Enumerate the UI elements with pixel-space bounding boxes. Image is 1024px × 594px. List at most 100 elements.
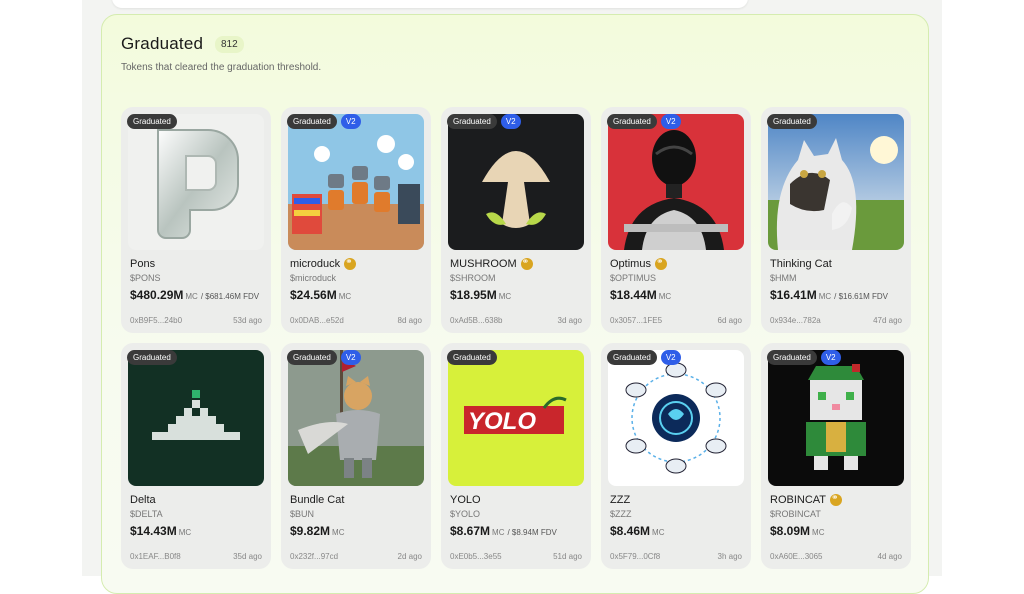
token-address: 0x5F79...0Cf8	[610, 552, 661, 561]
token-age: 2d ago	[397, 552, 422, 561]
token-name: Delta	[130, 494, 156, 506]
token-image	[608, 350, 744, 486]
token-card-delta[interactable]: Graduated Delta $DELTA $14.43M MC 0x1EAF.…	[121, 343, 271, 569]
token-image	[608, 114, 744, 250]
token-ticker: $OPTIMUS	[610, 273, 657, 283]
token-address: 0x1EAF...B0f8	[130, 552, 181, 561]
token-name: MUSHROOM	[450, 256, 533, 270]
token-address: 0xA60E...3065	[770, 552, 823, 561]
token-address: 0xB9F5...24b0	[130, 316, 183, 325]
token-address: 0x0DAB...e52d	[290, 316, 344, 325]
token-ticker: $BUN	[290, 509, 315, 519]
v2-badge: V2	[500, 114, 521, 129]
badge-row: Graduated V2	[287, 114, 361, 129]
section-subtitle: Tokens that cleared the graduation thres…	[121, 62, 322, 73]
token-age: 8d ago	[397, 316, 422, 325]
token-card-optimus[interactable]: Graduated V2 Optimus $OPTIMUS $18.44MMC …	[601, 107, 751, 333]
token-age: 47d ago	[873, 316, 902, 325]
badge-row: Graduated V2	[287, 350, 361, 365]
market-cap: $8.46M MC	[610, 524, 665, 538]
mc-unit: MC	[812, 528, 825, 537]
mc-unit: MC	[492, 528, 505, 537]
token-card-bun[interactable]: Graduated V2 Bundle Cat $BUN $9.82M MC 0x…	[281, 343, 431, 569]
badge-row: Graduated V2	[447, 114, 521, 129]
graduated-badge: Graduated	[287, 114, 337, 129]
token-ticker: $SHROOM	[450, 273, 496, 283]
verified-icon	[654, 256, 667, 270]
token-ticker: $HMM	[770, 273, 797, 283]
market-cap: $8.67M MC / $8.94M FDV	[450, 524, 557, 538]
market-cap: $16.41M MC / $16.61M FDV	[770, 288, 888, 302]
graduated-badge: Graduated	[607, 114, 657, 129]
badge-row: Graduated V2	[607, 114, 681, 129]
market-cap: $24.56M MC	[290, 288, 352, 302]
mc-unit: MC	[338, 292, 352, 301]
badge-row: Graduated	[127, 114, 177, 129]
token-name: ZZZ	[610, 494, 631, 506]
graduated-badge: Graduated	[607, 350, 657, 365]
graduated-count-badge: 812	[215, 36, 244, 53]
token-ticker: $DELTA	[130, 509, 163, 519]
mc-unit: MC	[818, 292, 832, 301]
badge-row: Graduated	[127, 350, 177, 365]
token-card-zzz[interactable]: Graduated V2 ZZZ $ZZZ $8.46M MC 0x5F79...…	[601, 343, 751, 569]
token-image	[448, 114, 584, 250]
graduated-section: Graduated 812 Tokens that cleared the gr…	[101, 14, 929, 594]
token-card-pons[interactable]: Graduated Pons $PONS $480.29M MC / $681.46…	[121, 107, 271, 333]
token-card-microduck[interactable]: Graduated V2 microduck $microduck $24.56…	[281, 107, 431, 333]
token-card-shroom[interactable]: Graduated V2 MUSHROOM $SHROOM $18.95MMC …	[441, 107, 591, 333]
token-ticker: $microduck	[290, 273, 337, 283]
token-image	[128, 114, 264, 250]
token-image	[128, 350, 264, 486]
mc-unit: MC	[178, 528, 192, 537]
token-name: YOLO	[450, 494, 481, 506]
token-image: YOLO	[448, 350, 584, 486]
mc-unit: MC	[185, 292, 198, 301]
v2-badge: V2	[660, 350, 681, 365]
token-age: 4d ago	[877, 552, 902, 561]
market-cap: $8.09M MC	[770, 524, 825, 538]
graduated-badge: Graduated	[127, 114, 177, 129]
mc-unit: MC	[332, 528, 345, 537]
token-age: 3h ago	[717, 552, 742, 561]
market-cap: $14.43M MC	[130, 524, 192, 538]
graduated-badge: Graduated	[287, 350, 337, 365]
token-age: 51d ago	[553, 552, 582, 561]
market-cap: $480.29M MC / $681.46M FDV	[130, 288, 260, 302]
token-image	[768, 350, 904, 486]
token-address: 0x934e...782a	[770, 316, 821, 325]
token-ticker: $YOLO	[450, 509, 481, 519]
token-age: 53d ago	[233, 316, 262, 325]
token-age: 6d ago	[717, 316, 742, 325]
token-age: 3d ago	[557, 316, 582, 325]
token-address: 0x3057...1FE5	[610, 316, 663, 325]
token-address: 0xE0b5...3e55	[450, 552, 502, 561]
mc-unit: MC	[658, 292, 672, 301]
v2-badge: V2	[340, 350, 361, 365]
fdv-value: / $16.61M FDV	[834, 292, 888, 301]
graduated-badge: Graduated	[767, 350, 817, 365]
token-card-robincat[interactable]: Graduated V2 ROBINCAT $ROBINCAT $8.09MMC…	[761, 343, 911, 569]
market-cap: $18.44M MC	[610, 288, 672, 302]
token-name: Optimus	[610, 256, 667, 270]
market-cap: $18.95M MC	[450, 288, 512, 302]
token-name: ROBINCAT	[770, 492, 843, 506]
verified-icon	[344, 256, 357, 270]
graduated-badge: Graduated	[127, 350, 177, 365]
token-name: Thinking Cat	[770, 258, 832, 270]
token-ticker: $PONS	[130, 273, 161, 283]
token-name: microduck	[290, 256, 357, 270]
token-image	[288, 350, 424, 486]
graduated-badge: Graduated	[447, 114, 497, 129]
graduated-badge: Graduated	[767, 114, 817, 129]
badge-row: Graduated	[447, 350, 497, 365]
token-ticker: $ZZZ	[610, 509, 632, 519]
fdv-value: / $8.94M FDV	[507, 528, 557, 537]
verified-icon	[520, 256, 533, 270]
token-card-yolo[interactable]: YOLO Graduated YOLO $YOLO $8.67M MC / $8.9…	[441, 343, 591, 569]
fdv-value: / $681.46M FDV	[200, 292, 260, 301]
badge-row: Graduated V2	[767, 350, 841, 365]
token-ticker: $ROBINCAT	[770, 509, 821, 519]
token-card-hmm[interactable]: Graduated Thinking Cat $HMM $16.41M MC / $…	[761, 107, 911, 333]
token-address: 0x232f...97cd	[290, 552, 339, 561]
